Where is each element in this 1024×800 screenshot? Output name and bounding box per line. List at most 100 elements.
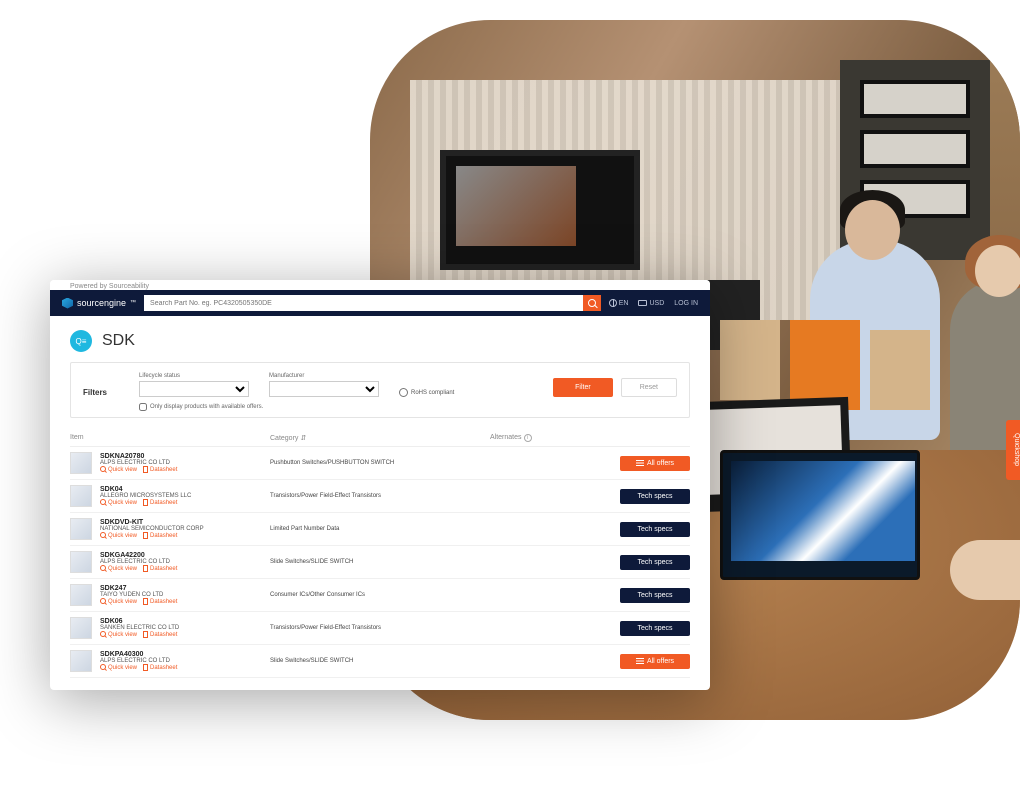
part-thumbnail[interactable] <box>70 551 92 573</box>
quick-view-link[interactable]: Quick view <box>100 566 137 572</box>
part-number[interactable]: SDKDVD-KIT <box>100 519 270 526</box>
part-number[interactable]: SDK06 <box>100 618 270 625</box>
part-thumbnail[interactable] <box>70 485 92 507</box>
document-icon <box>143 565 148 572</box>
document-icon <box>143 664 148 671</box>
datasheet-link[interactable]: Datasheet <box>143 632 177 638</box>
category-cell: Limited Part Number Data <box>270 526 490 532</box>
card-icon <box>638 300 647 306</box>
globe-icon <box>609 299 617 307</box>
manufacturer-label: Manufacturer <box>269 373 379 379</box>
brand-text: sourcengine <box>77 298 126 308</box>
only-available-label: Only display products with available off… <box>150 404 263 410</box>
tech-specs-button[interactable]: Tech specs <box>620 621 690 636</box>
quick-view-link[interactable]: Quick view <box>100 665 137 671</box>
col-alternates: Alternatesi <box>490 434 570 442</box>
lifecycle-select[interactable] <box>139 381 249 397</box>
part-number[interactable]: SDKGA42200 <box>100 552 270 559</box>
table-row: SDKGA42200ALPS ELECTRIC CO LTDQuick view… <box>70 546 690 579</box>
col-item: Item <box>70 434 270 442</box>
page-title: SDK <box>102 332 135 350</box>
datasheet-link[interactable]: Datasheet <box>143 533 177 539</box>
document-icon <box>143 499 148 506</box>
tech-specs-button[interactable]: Tech specs <box>620 522 690 537</box>
filters-panel: Filters Lifecycle status Manufacturer Ro… <box>70 362 690 418</box>
top-links: EN USD LOG IN <box>609 299 698 307</box>
part-thumbnail[interactable] <box>70 584 92 606</box>
datasheet-link[interactable]: Datasheet <box>143 599 177 605</box>
part-thumbnail[interactable] <box>70 650 92 672</box>
magnifier-icon <box>100 631 106 637</box>
reset-button[interactable]: Reset <box>621 378 677 397</box>
app-window: Powered by Sourceability sourcengine™ EN… <box>50 280 710 690</box>
category-cell: Slide Switches/SLIDE SWITCH <box>270 559 490 565</box>
table-row: SDK04ALLEGRO MICROSYSTEMS LLCQuick viewD… <box>70 480 690 513</box>
results-table: Item Category ⇵ Alternatesi SDKNA20780AL… <box>70 430 690 678</box>
part-thumbnail[interactable] <box>70 617 92 639</box>
category-cell: Slide Switches/SLIDE SWITCH <box>270 658 490 664</box>
only-available-checkbox[interactable] <box>139 403 147 411</box>
category-cell: Transistors/Power Field-Effect Transisto… <box>270 625 490 631</box>
part-number[interactable]: SDKPA40300 <box>100 651 270 658</box>
magnifier-icon <box>100 499 106 505</box>
tech-specs-button[interactable]: Tech specs <box>620 489 690 504</box>
category-cell: Transistors/Power Field-Effect Transisto… <box>270 493 490 499</box>
magnifier-icon <box>100 466 106 472</box>
list-icon <box>636 658 644 664</box>
table-row: SDK247TAIYO YUDEN CO LTDQuick viewDatash… <box>70 579 690 612</box>
search-bar <box>144 295 601 311</box>
rohs-label: RoHS compliant <box>411 390 454 396</box>
language-selector[interactable]: EN <box>609 299 629 307</box>
quickshop-tab[interactable]: Quickshop <box>1006 420 1020 480</box>
page-icon: Q≡ <box>70 330 92 352</box>
list-icon <box>636 460 644 466</box>
part-thumbnail[interactable] <box>70 452 92 474</box>
magnifier-icon <box>100 598 106 604</box>
table-row: SDK06SANKEN ELECTRIC CO LTDQuick viewDat… <box>70 612 690 645</box>
magnifier-icon <box>100 532 106 538</box>
powered-by: Powered by Sourceability <box>50 280 710 290</box>
datasheet-link[interactable]: Datasheet <box>143 665 177 671</box>
quick-view-link[interactable]: Quick view <box>100 632 137 638</box>
lifecycle-label: Lifecycle status <box>139 373 249 379</box>
quick-view-link[interactable]: Quick view <box>100 467 137 473</box>
search-input[interactable] <box>144 295 583 311</box>
tech-specs-button[interactable]: Tech specs <box>620 588 690 603</box>
all-offers-button[interactable]: All offers <box>620 456 690 471</box>
search-button[interactable] <box>583 295 601 311</box>
tech-specs-button[interactable]: Tech specs <box>620 555 690 570</box>
magnifier-icon <box>100 565 106 571</box>
magnifier-icon <box>100 664 106 670</box>
quick-view-link[interactable]: Quick view <box>100 599 137 605</box>
datasheet-link[interactable]: Datasheet <box>143 500 177 506</box>
currency-selector[interactable]: USD <box>638 300 664 307</box>
document-icon <box>143 631 148 638</box>
part-number[interactable]: SDK247 <box>100 585 270 592</box>
quick-view-link[interactable]: Quick view <box>100 533 137 539</box>
manufacturer-select[interactable] <box>269 381 379 397</box>
col-category[interactable]: Category ⇵ <box>270 434 490 442</box>
table-header: Item Category ⇵ Alternatesi <box>70 430 690 447</box>
info-icon[interactable]: i <box>524 434 532 442</box>
brand-logo[interactable]: sourcengine™ <box>62 298 136 309</box>
search-icon <box>588 299 596 307</box>
part-number[interactable]: SDK04 <box>100 486 270 493</box>
table-row: SDKNA20780ALPS ELECTRIC CO LTDQuick view… <box>70 447 690 480</box>
part-thumbnail[interactable] <box>70 518 92 540</box>
category-cell: Pushbutton Switches/PUSHBUTTON SWITCH <box>270 460 490 466</box>
quick-view-link[interactable]: Quick view <box>100 500 137 506</box>
document-icon <box>143 598 148 605</box>
datasheet-link[interactable]: Datasheet <box>143 467 177 473</box>
page-header: Q≡ SDK <box>50 316 710 362</box>
document-icon <box>143 532 148 539</box>
filter-button[interactable]: Filter <box>553 378 613 397</box>
datasheet-link[interactable]: Datasheet <box>143 566 177 572</box>
table-row: SDKDVD-KITNATIONAL SEMICONDUCTOR CORPQui… <box>70 513 690 546</box>
top-bar: sourcengine™ EN USD LOG IN <box>50 290 710 316</box>
login-link[interactable]: LOG IN <box>674 300 698 307</box>
rohs-radio[interactable] <box>399 388 408 397</box>
table-row: SDKPA40300ALPS ELECTRIC CO LTDQuick view… <box>70 645 690 678</box>
part-number[interactable]: SDKNA20780 <box>100 453 270 460</box>
all-offers-button[interactable]: All offers <box>620 654 690 669</box>
hex-logo-icon <box>62 298 73 309</box>
